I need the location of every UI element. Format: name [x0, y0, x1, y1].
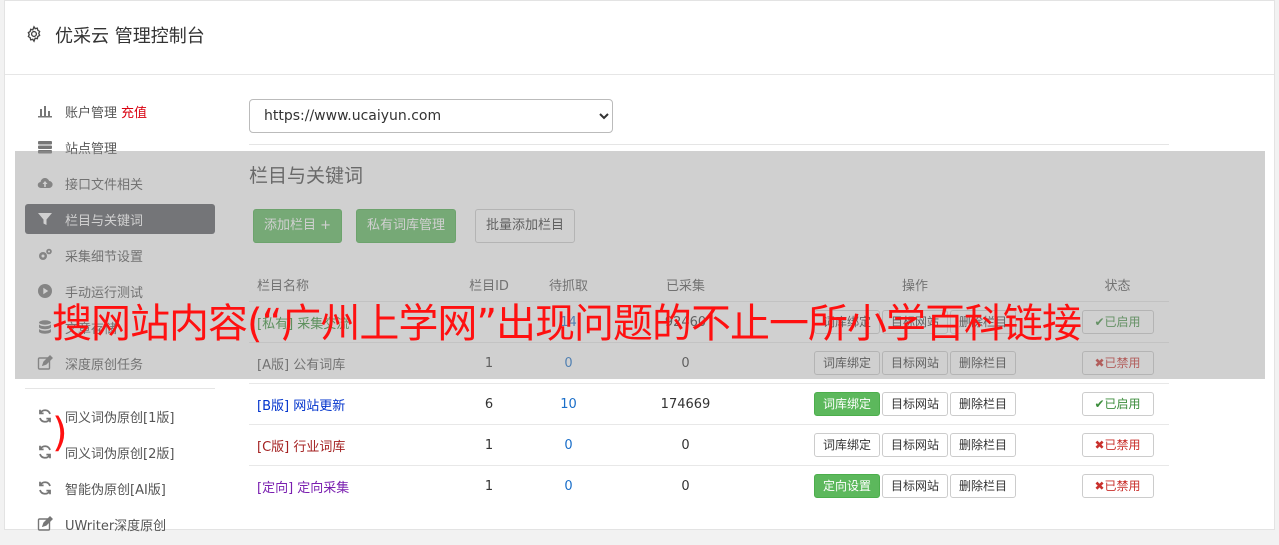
cell-name: [C版] 行业词库: [249, 424, 448, 466]
column-tag: [B版]: [257, 398, 290, 414]
cell-pending[interactable]: 0: [530, 465, 607, 506]
cell-pending[interactable]: 10: [530, 383, 607, 425]
check-icon: ✔: [1094, 397, 1105, 411]
column-name-link[interactable]: 网站更新: [293, 399, 345, 414]
cell-name: [B版] 网站更新: [249, 383, 448, 425]
cell-pending[interactable]: 0: [530, 424, 607, 466]
column-tag: [定向]: [257, 480, 294, 496]
target-site-button[interactable]: 目标网站: [881, 392, 948, 416]
status-toggle-button[interactable]: ✖已禁用: [1081, 474, 1154, 498]
target-site-button[interactable]: 目标网站: [881, 433, 948, 457]
cell-actions: 词库绑定 目标网站 删除栏目: [764, 383, 1066, 425]
sidebar-tool-label: 同义词伪原创[2版]: [65, 447, 175, 462]
table-row: [定向] 定向采集 1 0 0 定向设置 目标网站 删除栏目 ✖已禁用: [249, 465, 1169, 506]
status-label: 已禁用: [1104, 438, 1141, 452]
status-toggle-button[interactable]: ✔已启用: [1081, 392, 1154, 416]
sidebar-tool-label: 同义词伪原创[1版]: [65, 411, 175, 426]
divider: [249, 144, 1169, 145]
cell-name: [定向] 定向采集: [249, 465, 448, 506]
delete-column-button[interactable]: 删除栏目: [950, 474, 1017, 498]
status-label: 已启用: [1104, 397, 1141, 411]
sidebar-tool-label: 智能伪原创[AI版]: [65, 483, 166, 498]
overlay-banner-text: 搜网站内容(“广州上学网”出现问题的不止一所小学百科链接: [52, 301, 1082, 347]
sidebar-divider: [25, 388, 215, 389]
delete-column-button[interactable]: 删除栏目: [950, 433, 1017, 457]
refresh-icon: [37, 408, 53, 424]
gear-icon: [27, 25, 41, 43]
lexicon-bind-button[interactable]: 词库绑定: [813, 433, 880, 457]
status-label: 已禁用: [1104, 479, 1141, 493]
cell-actions: 词库绑定 目标网站 删除栏目: [764, 424, 1066, 466]
close-icon: ✖: [1094, 438, 1105, 452]
delete-column-button[interactable]: 删除栏目: [950, 392, 1017, 416]
cell-status: ✖已禁用: [1066, 465, 1169, 506]
table-row: [C版] 行业词库 1 0 0 词库绑定 目标网站 删除栏目 ✖已禁用: [249, 424, 1169, 466]
cell-status: ✔已启用: [1066, 383, 1169, 425]
status-toggle-button[interactable]: ✖已禁用: [1081, 433, 1154, 457]
sidebar-item-label: 账户管理 充值: [65, 106, 148, 121]
cell-status: ✖已禁用: [1066, 424, 1169, 466]
app-title: 优采云 管理控制台: [55, 26, 205, 47]
sidebar-tool-label: UWriter深度原创: [65, 519, 167, 534]
column-tag: [C版]: [257, 439, 290, 455]
close-icon: ✖: [1094, 479, 1105, 493]
cell-id: 1: [448, 465, 530, 506]
app-header: 优采云 管理控制台: [5, 1, 1274, 75]
cell-id: 1: [448, 424, 530, 466]
cell-collected: 174669: [607, 383, 764, 425]
cell-collected: 0: [607, 424, 764, 466]
lexicon-bind-button[interactable]: 定向设置: [813, 474, 880, 498]
lexicon-bind-button[interactable]: 词库绑定: [813, 392, 880, 416]
refresh-icon: [37, 480, 53, 496]
table-row: [B版] 网站更新 6 10 174669 词库绑定 目标网站 删除栏目 ✔已启用: [249, 383, 1169, 425]
sidebar-item-0[interactable]: 账户管理 充值: [25, 96, 215, 126]
sidebar-tool-2[interactable]: 智能伪原创[AI版]: [25, 473, 215, 503]
refresh-icon: [37, 444, 53, 460]
cell-actions: 定向设置 目标网站 删除栏目: [764, 465, 1066, 506]
column-name-link[interactable]: 行业词库: [293, 440, 345, 455]
sidebar-tool-3[interactable]: UWriter深度原创: [25, 509, 215, 539]
target-site-button[interactable]: 目标网站: [881, 474, 948, 498]
cell-id: 6: [448, 383, 530, 425]
column-name-link[interactable]: 定向采集: [297, 481, 349, 496]
recharge-link[interactable]: 充值: [121, 106, 147, 121]
bar-chart-icon: [37, 103, 53, 119]
overlay-paren-text: ): [52, 410, 68, 456]
cell-collected: 0: [607, 465, 764, 506]
site-select[interactable]: https://www.ucaiyun.com: [249, 99, 613, 133]
